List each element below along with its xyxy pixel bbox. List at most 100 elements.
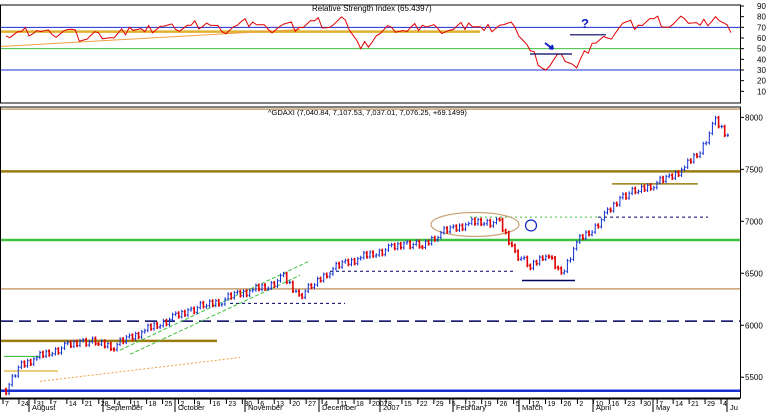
price-bar [356,256,359,266]
month-label: December [322,403,357,412]
price-bar [140,330,143,339]
price-bar [627,191,631,200]
price-bar [51,351,54,357]
price-bar [171,312,174,322]
price-bar [569,257,572,263]
price-bar [297,289,301,297]
x-tick-label: 15 [404,401,412,408]
price-bar [544,254,547,261]
price-bar [7,382,11,396]
price-bar [371,250,375,258]
price-bar [174,311,177,317]
x-tick-label: 7 [5,401,9,408]
x-tick-label: 18 [149,401,157,408]
price-bar [482,221,486,227]
price-bar [603,210,606,222]
price-bar [375,253,378,258]
price-bar [612,201,615,213]
price-bar [54,347,57,356]
price-bar [128,333,131,339]
price-bar [143,328,146,334]
price-bar [705,140,708,146]
price-bar [711,121,714,136]
month-label: May [656,403,670,412]
price-bar [714,115,717,126]
price-bar [563,269,566,275]
month-label: September [106,403,143,412]
price-bar [378,248,381,257]
price-bar [32,357,35,366]
month-label: August [32,403,56,412]
x-tick-label: 21 [691,401,699,408]
price-bar [300,293,304,300]
x-tick-label: 23 [228,401,236,408]
rsi-tick-label: 30 [757,66,766,75]
rsi-tick-label: 80 [757,13,766,22]
price-bar [606,207,609,215]
price-bar [368,250,372,259]
price-bar [408,240,412,250]
price-bar [523,255,526,261]
price-bar [350,257,353,267]
price-bar [23,360,26,368]
price-bar [655,180,659,190]
price-bar [541,255,544,261]
price-bar [501,217,504,233]
price-bar [115,342,119,352]
x-tick-label: 14 [675,401,683,408]
price-bar [510,241,514,248]
price-bar [597,223,600,229]
price-bar [341,260,344,269]
price-bar [621,192,625,200]
price-bar [402,241,406,250]
rsi-tick-label: 60 [757,34,766,43]
price-bar [594,223,597,234]
price-bar [189,306,193,312]
price-bar [550,255,554,260]
price-bar [560,266,563,275]
price-bar [381,248,384,257]
price-bar [553,256,557,270]
price-bar [449,225,452,234]
price-bar [689,158,692,164]
month-label: 2007 [383,403,400,412]
price-bar [168,317,171,327]
price-bar [513,243,517,254]
price-bar [643,184,646,192]
price-bar [720,124,723,129]
price-bar [316,276,319,287]
price-tick-label: 5500 [745,373,763,382]
x-tick-label: 23 [627,401,635,408]
price-bar [263,283,267,291]
price-bar [242,289,245,298]
x-tick-label: 18 [356,401,364,408]
price-bar [304,289,307,300]
price-bar [412,242,415,250]
month-label: Ju [730,403,738,412]
price-bar [193,306,196,315]
price-bar [618,195,622,207]
price-bar [146,323,150,333]
price-bar [338,261,341,269]
price-bar [85,337,88,347]
price-bar [344,258,347,264]
price-bar [668,173,671,179]
rsi-tick-label: 40 [757,55,766,64]
price-bar [692,152,696,164]
price-bar [29,358,32,366]
x-tick-label: 29 [707,401,715,408]
price-bar [702,141,705,155]
price-bar [572,246,575,261]
price-tick-label: 6000 [745,321,763,330]
month-label: April [596,403,611,412]
price-bar [387,243,390,252]
price-bar [112,347,116,352]
price-bar [698,151,702,159]
circle-annotation [524,219,538,232]
price-bar [664,174,668,184]
price-bar [590,230,594,237]
x-tick-label: 4 [723,401,727,408]
price-bar [183,309,187,317]
price-bar [399,241,402,250]
price-bar [486,218,489,226]
